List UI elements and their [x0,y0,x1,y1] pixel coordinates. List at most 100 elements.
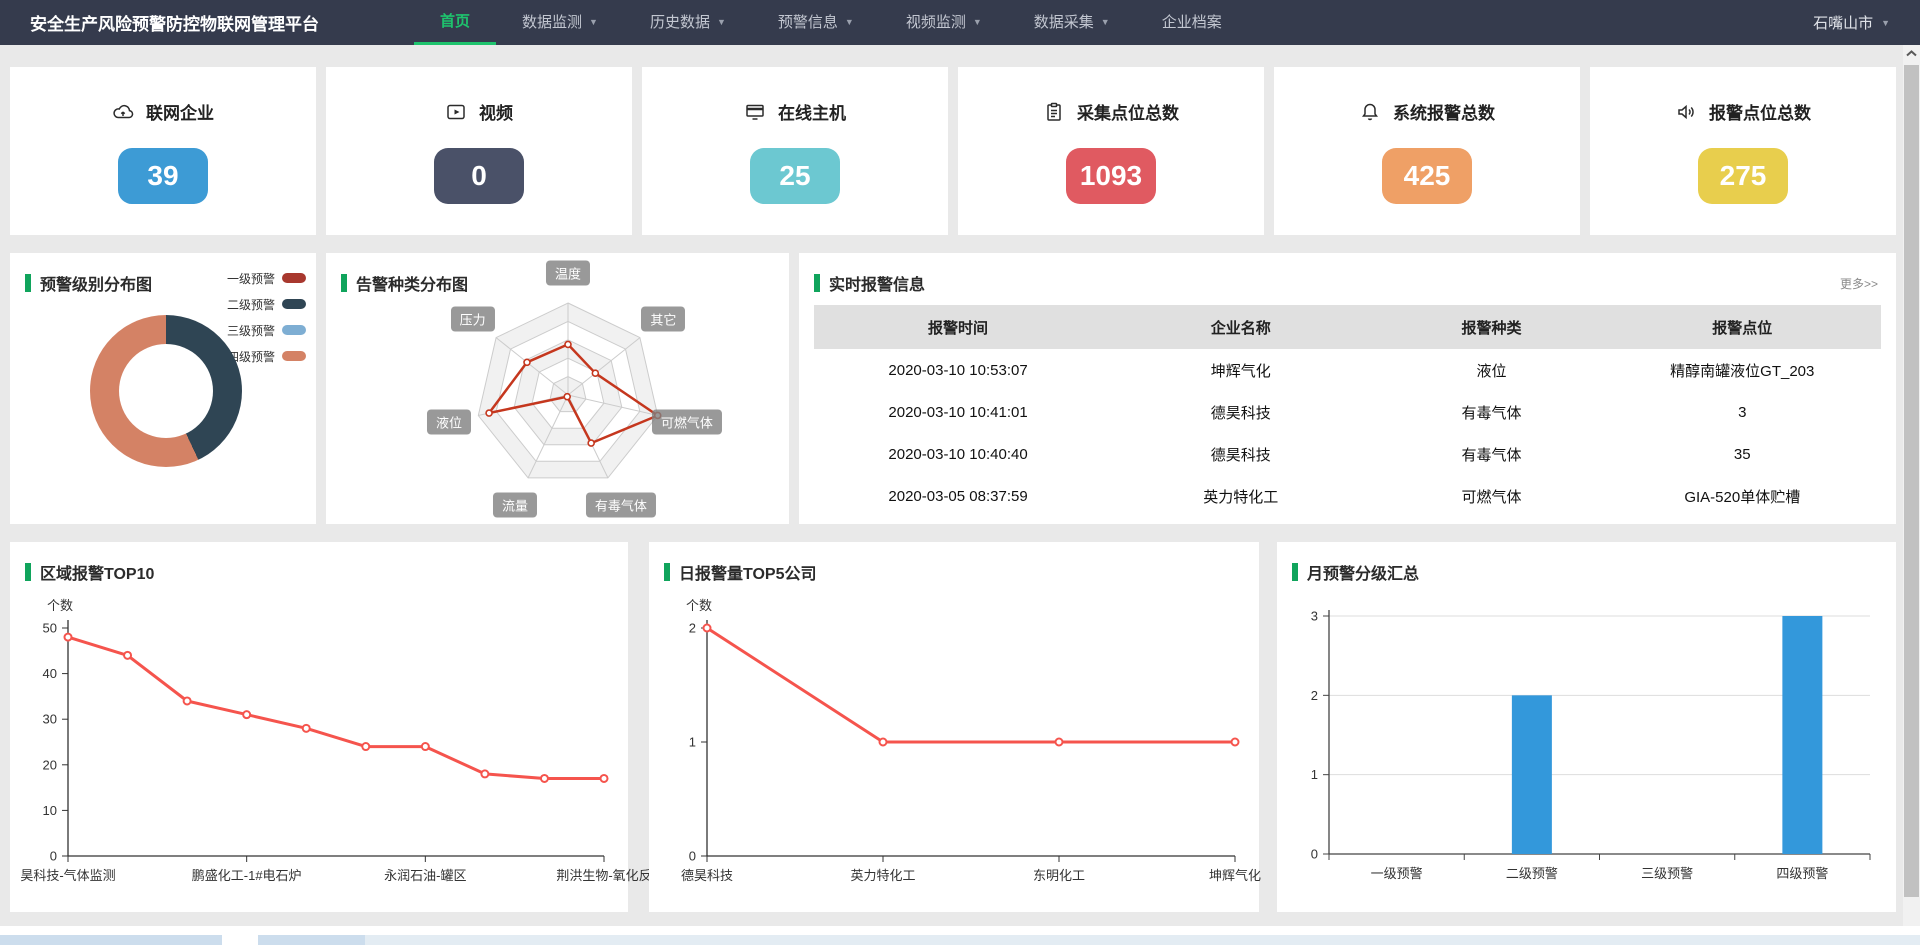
panel-title: 预警级别分布图 [40,271,152,295]
svg-text:1: 1 [1311,767,1318,782]
svg-text:坤辉气化: 坤辉气化 [1209,868,1261,883]
cell-alarm-point: 35 [1604,433,1881,475]
main-menu: 首页 数据监测 ▼ 历史数据 ▼ 预警信息 ▼ 视频监测 ▼ 数据采集 ▼ 企业… [414,0,1248,45]
svg-text:0: 0 [1311,847,1318,862]
cell-company: 坤辉气化 [1102,349,1379,391]
legend-item[interactable]: 一级预警 [227,265,306,291]
stat-value-badge: 425 [1382,148,1472,204]
column-header-point: 报警点位 [1604,305,1881,349]
legend-label: 三级预警 [227,322,275,339]
panel-title: 实时报警信息 [829,271,925,295]
stat-card-alarm-points: 报警点位总数 275 [1590,67,1896,235]
svg-text:荆洪生物-氧化反: 荆洪生物-氧化反 [556,868,651,883]
stat-value-badge: 1093 [1066,148,1156,204]
stat-label: 联网企业 [146,99,214,124]
table-row[interactable]: 2020-03-10 10:41:01 德昊科技 有毒气体 3 [814,391,1881,433]
nav-item-data-monitor[interactable]: 数据监测 ▼ [496,0,624,45]
warning-level-donut-chart [90,315,242,467]
cell-alarm-kind: 可燃气体 [1379,475,1603,517]
svg-text:40: 40 [43,666,57,681]
nav-item-label: 企业档案 [1162,0,1222,45]
nav-item-enterprise-files[interactable]: 企业档案 [1136,0,1248,45]
table-row[interactable]: 2020-03-10 10:40:40 德昊科技 有毒气体 35 [814,433,1881,475]
chevron-down-icon: ▼ [1101,0,1110,45]
column-header-kind: 报警种类 [1379,305,1603,349]
svg-text:10: 10 [43,803,57,818]
svg-text:一级预警: 一级预警 [1371,866,1423,881]
chevron-down-icon: ▼ [1881,18,1890,28]
title-marker [664,563,670,581]
stat-card-video: 视频 0 [326,67,632,235]
legend-swatch [282,273,306,283]
radar-axis-label: 其它 [641,306,685,331]
daily-alarm-top5-line-chart: 012个数德昊科技英力特化工东明化工坤辉气化 [649,582,1259,904]
stat-value-badge: 25 [750,148,840,204]
panel-daily-alarm-top5: 日报警量TOP5公司 012个数德昊科技英力特化工东明化工坤辉气化 [649,542,1259,912]
cell-alarm-kind: 液位 [1379,349,1603,391]
nav-item-label: 视频监测 [906,0,966,45]
legend-item[interactable]: 二级预警 [227,291,306,317]
svg-text:2: 2 [1311,688,1318,703]
chevron-down-icon: ▼ [589,0,598,45]
cell-company: 德昊科技 [1102,391,1379,433]
svg-text:英力特化工: 英力特化工 [850,868,915,883]
radar-axis-label: 流量 [493,492,537,517]
horizontal-scrollbar[interactable] [0,935,1920,945]
svg-text:3: 3 [1311,609,1318,624]
nav-item-label: 首页 [440,0,470,44]
nav-item-history-data[interactable]: 历史数据 ▼ [624,0,752,45]
panel-region-alarm-top10: 区域报警TOP10 01020304050个数昊科技-气体监测鹏盛化工-1#电石… [10,542,628,912]
legend-label: 二级预警 [227,296,275,313]
scroll-up-button[interactable] [1903,45,1920,62]
nav-item-video-monitor[interactable]: 视频监测 ▼ [880,0,1008,45]
speaker-icon [1675,101,1697,123]
svg-text:德昊科技: 德昊科技 [681,868,733,883]
svg-text:0: 0 [689,849,696,864]
nav-item-data-collect[interactable]: 数据采集 ▼ [1008,0,1136,45]
stat-value-badge: 0 [434,148,524,204]
stat-label: 视频 [479,99,513,124]
table-row[interactable]: 2020-03-10 10:53:07 坤辉气化 液位 精醇南罐液位GT_203 [814,349,1881,391]
app-title: 安全生产风险预警防控物联网管理平台 [30,10,319,35]
page-bottom-strip [0,926,1920,935]
cell-alarm-point: 3 [1604,391,1881,433]
region-alarm-top10-line-chart: 01020304050个数昊科技-气体监测鹏盛化工-1#电石炉永润石油-罐区荆洪… [10,582,628,904]
cell-alarm-time: 2020-03-10 10:40:40 [814,433,1102,475]
legend-swatch [282,351,306,361]
radar-axis-label: 可燃气体 [652,410,722,435]
more-link[interactable]: 更多>> [1840,275,1878,292]
radar-axis-label: 压力 [451,306,495,331]
svg-text:2: 2 [689,621,696,636]
cell-company: 德昊科技 [1102,433,1379,475]
horizontal-scroll-thumb[interactable] [0,935,365,945]
svg-text:30: 30 [43,712,57,727]
nav-item-warning-info[interactable]: 预警信息 ▼ [752,0,880,45]
svg-text:四级预警: 四级预警 [1776,866,1828,881]
svg-text:东明化工: 东明化工 [1033,868,1085,883]
stat-card-online-hosts: 在线主机 25 [642,67,948,235]
svg-text:个数: 个数 [47,598,73,613]
nav-item-label: 预警信息 [778,0,838,45]
svg-text:0: 0 [50,849,57,864]
panel-warning-level-pie: 预警级别分布图 一级预警 二级预警 三级预警 四级预警 [10,253,316,524]
cell-alarm-kind: 有毒气体 [1379,391,1603,433]
legend-item[interactable]: 四级预警 [227,343,306,369]
cell-alarm-time: 2020-03-10 10:53:07 [814,349,1102,391]
pie-legend: 一级预警 二级预警 三级预警 四级预警 [227,265,306,369]
region-selector[interactable]: 石嘴山市 ▼ [1813,0,1890,45]
title-marker [25,274,31,292]
horizontal-scroll-notch [222,935,258,945]
nav-item-home[interactable]: 首页 [414,0,496,45]
svg-text:鹏盛化工-1#电石炉: 鹏盛化工-1#电石炉 [192,868,302,883]
chevron-down-icon: ▼ [845,0,854,45]
vertical-scroll-thumb[interactable] [1904,65,1919,897]
cell-alarm-kind: 有毒气体 [1379,433,1603,475]
panel-alarm-type-radar: 告警种类分布图 温度其它可燃气体有毒气体流量液位压力 [326,253,789,524]
vertical-scrollbar[interactable] [1903,45,1920,945]
radar-axis-label: 有毒气体 [586,492,656,517]
svg-text:永润石油-罐区: 永润石油-罐区 [384,868,466,883]
legend-item[interactable]: 三级预警 [227,317,306,343]
table-row[interactable]: 2020-03-05 08:37:59 英力特化工 可燃气体 GIA-520单体… [814,475,1881,517]
stat-label: 在线主机 [778,99,846,124]
column-header-time: 报警时间 [814,305,1102,349]
